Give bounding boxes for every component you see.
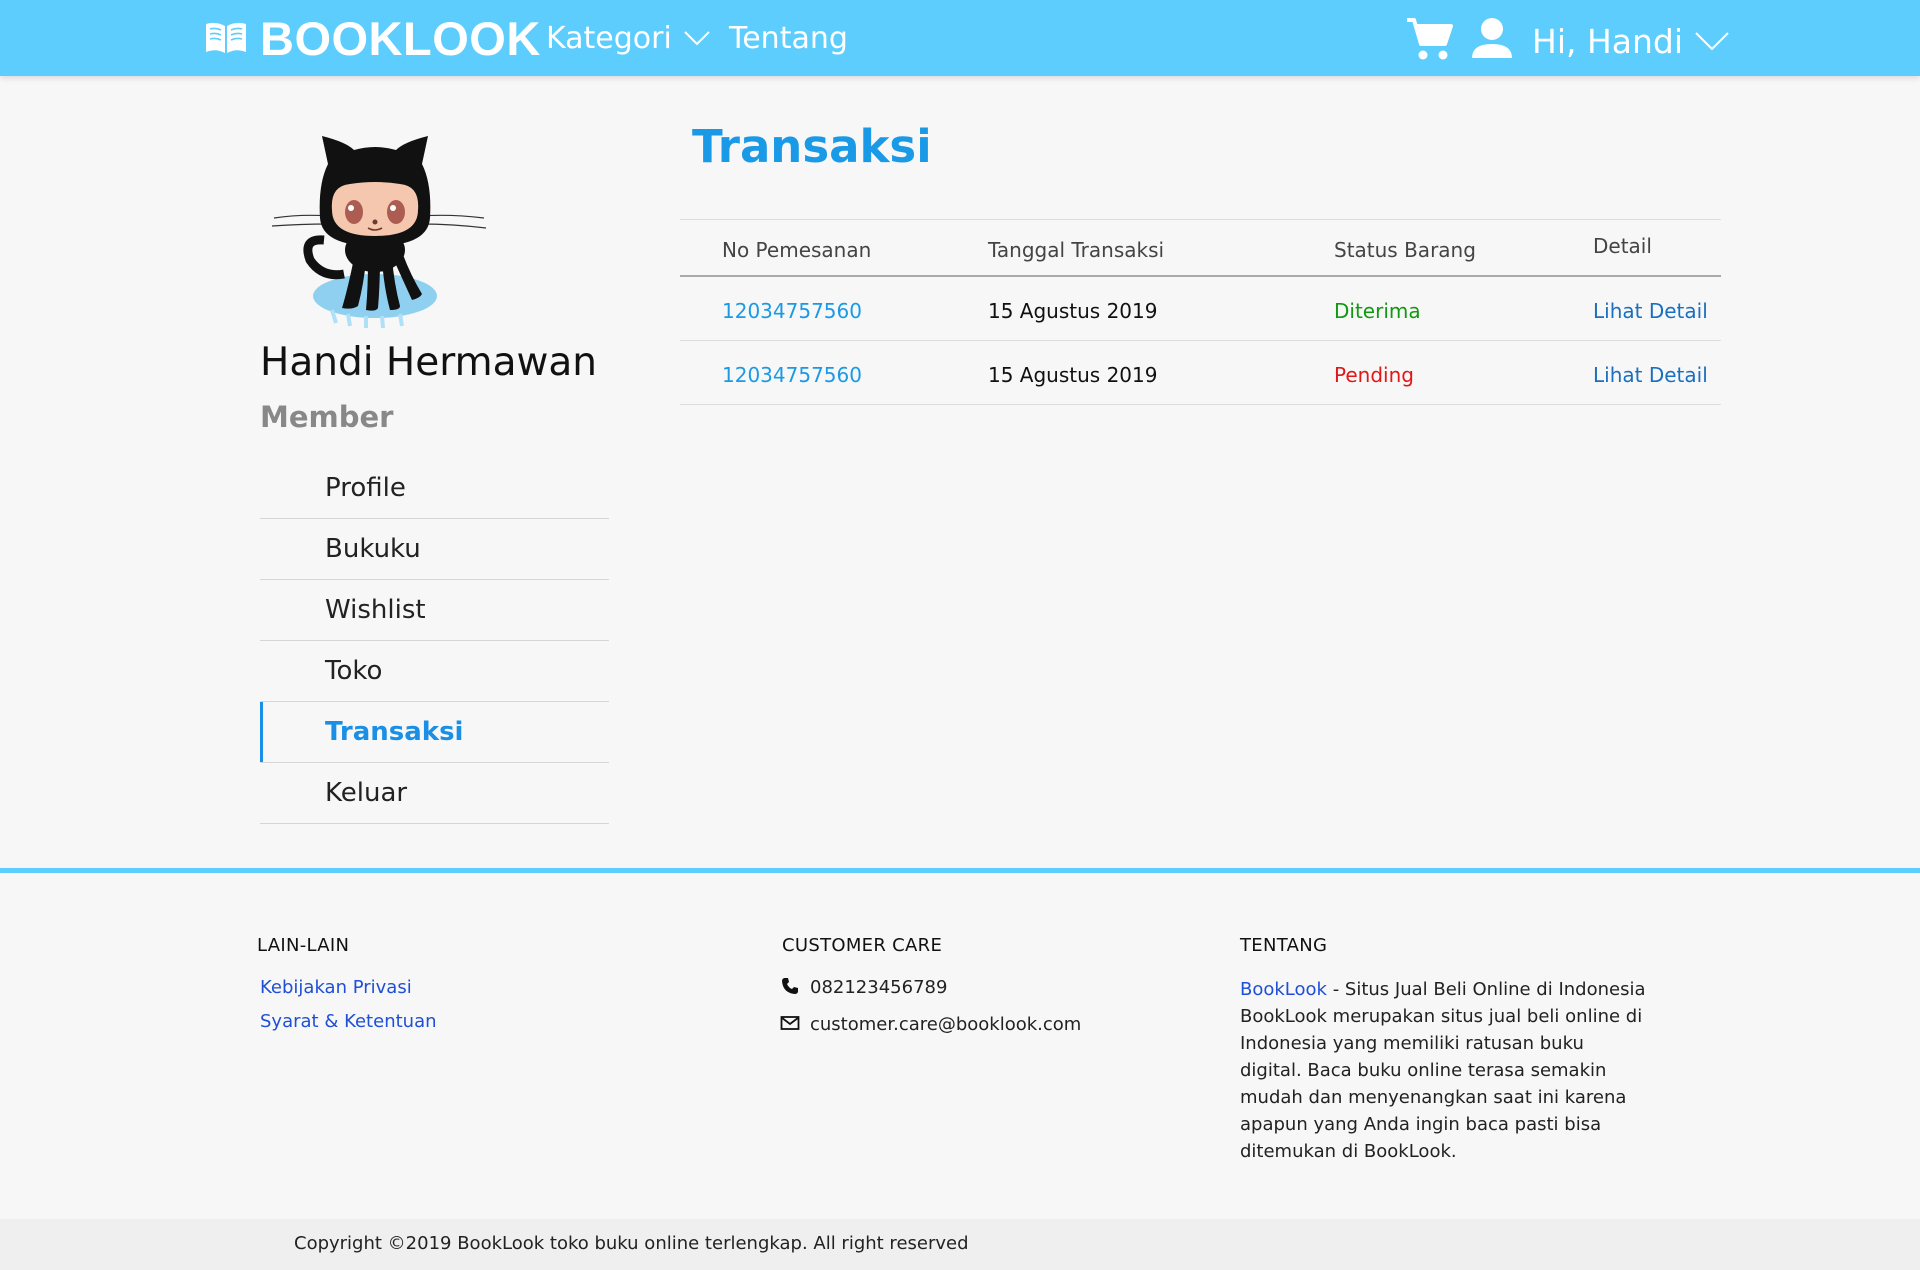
greeting-label: Hi, Handi	[1532, 21, 1684, 61]
user-name: Handi Hermawan	[260, 340, 598, 385]
octocat-avatar	[271, 136, 487, 328]
table-header: No Pemesanan Tanggal Transaksi Status Ba…	[680, 220, 1721, 277]
user-menu[interactable]: Hi, Handi	[1532, 18, 1729, 64]
column-header: Detail	[1593, 234, 1652, 258]
brand-link[interactable]: BookLook	[1240, 979, 1327, 1000]
column-header: Tanggal Transaksi	[988, 238, 1165, 262]
sidebar-menu: Profile Bukuku Wishlist Toko Transaksi K…	[260, 458, 609, 824]
status-badge: Diterima	[1334, 299, 1421, 323]
privacy-policy-link[interactable]: Kebijakan Privasi	[260, 977, 412, 998]
logo-text: BOOKLOOK	[260, 11, 541, 65]
chevron-down-icon	[1695, 32, 1729, 51]
column-header: Status Barang	[1334, 238, 1476, 262]
phone-icon	[782, 978, 798, 994]
phone-number: 082123456789	[810, 977, 948, 998]
sidebar-item-label: Transaksi	[325, 717, 464, 747]
nav-kategori[interactable]: Kategori	[546, 18, 710, 58]
top-header: BOOKLOOK Kategori Tentang Hi, Handi	[0, 0, 1920, 76]
status-badge: Pending	[1334, 363, 1414, 387]
table-row: 12034757560 15 Agustus 2019 Diterima Lih…	[680, 277, 1721, 341]
footer-heading-lain: LAIN-LAIN	[257, 935, 350, 956]
sidebar-item-wishlist[interactable]: Wishlist	[260, 580, 609, 641]
order-number-link[interactable]: 12034757560	[722, 363, 862, 387]
order-number-link[interactable]: 12034757560	[722, 299, 862, 323]
sidebar-item-keluar[interactable]: Keluar	[260, 763, 609, 824]
sidebar-item-label: Wishlist	[325, 595, 426, 625]
copyright-bar: Copyright ©2019 BookLook toko buku onlin…	[0, 1219, 1920, 1270]
footer: LAIN-LAIN Kebijakan Privasi Syarat & Ket…	[0, 868, 1920, 1219]
nav-kategori-label: Kategori	[546, 20, 672, 56]
cart-icon[interactable]	[1405, 16, 1453, 62]
sidebar-item-toko[interactable]: Toko	[260, 641, 609, 702]
email-address: customer.care@booklook.com	[810, 1014, 1082, 1035]
sidebar-item-label: Profile	[325, 473, 406, 503]
mail-icon	[780, 1016, 800, 1030]
table-row: 12034757560 15 Agustus 2019 Pending Liha…	[680, 341, 1721, 405]
view-detail-link[interactable]: Lihat Detail	[1593, 363, 1708, 387]
transaction-date: 15 Agustus 2019	[988, 363, 1158, 387]
page-title: Transaksi	[692, 120, 932, 173]
book-icon	[206, 22, 246, 53]
transaction-date: 15 Agustus 2019	[988, 299, 1158, 323]
terms-link[interactable]: Syarat & Ketentuan	[260, 1011, 437, 1032]
nav-tentang-label: Tentang	[729, 20, 848, 56]
copyright-text: Copyright ©2019 BookLook toko buku onlin…	[294, 1233, 969, 1254]
sidebar-item-bukuku[interactable]: Bukuku	[260, 519, 609, 580]
transactions-table: No Pemesanan Tanggal Transaksi Status Ba…	[680, 219, 1721, 405]
sidebar-item-label: Keluar	[325, 778, 408, 808]
footer-heading-tentang: TENTANG	[1240, 935, 1328, 956]
user-icon[interactable]	[1470, 16, 1514, 60]
about-description: - Situs Jual Beli Online di Indonesia Bo…	[1240, 979, 1646, 1162]
chevron-down-icon	[684, 31, 710, 46]
about-text: BookLook - Situs Jual Beli Online di Ind…	[1240, 976, 1650, 1165]
sidebar-item-profile[interactable]: Profile	[260, 458, 609, 519]
sidebar-item-label: Bukuku	[325, 534, 421, 564]
nav-tentang[interactable]: Tentang	[729, 18, 848, 58]
view-detail-link[interactable]: Lihat Detail	[1593, 299, 1708, 323]
logo[interactable]: BOOKLOOK	[204, 10, 541, 66]
user-role: Member	[260, 400, 394, 434]
sidebar-item-label: Toko	[325, 656, 383, 686]
column-header: No Pemesanan	[722, 238, 872, 262]
footer-heading-customer-care: CUSTOMER CARE	[782, 935, 943, 956]
sidebar-item-transaksi[interactable]: Transaksi	[260, 702, 609, 763]
